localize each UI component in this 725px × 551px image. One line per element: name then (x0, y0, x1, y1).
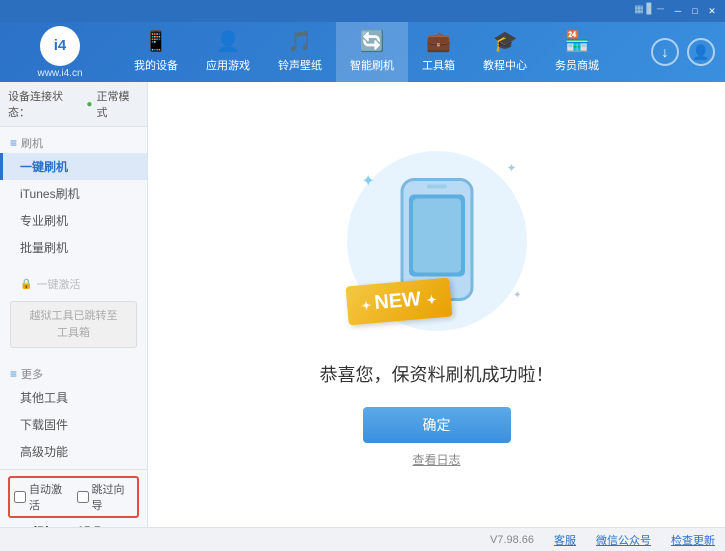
advanced-label: 高级功能 (20, 445, 68, 459)
sidebar: 设备连接状态： ● 正常模式 ≡ 刷机 一键刷机 iTunes刷机 专业刷机 批… (0, 82, 148, 527)
batch-flash-label: 批量刷机 (20, 241, 68, 255)
confirm-button[interactable]: 确定 (363, 407, 511, 443)
nav-toolbox[interactable]: 💼 工具箱 (408, 22, 469, 82)
view-log-button[interactable]: 查看日志 (412, 451, 460, 468)
logo: i4 www.i4.cn (0, 26, 120, 79)
nav-right-controls: ↓ 👤 (651, 38, 725, 66)
disabled-notice-text: 越狱工具已跳转至工具箱 (30, 310, 118, 339)
auto-activate-text: 自动激活 (29, 481, 71, 513)
other-tools-label: 其他工具 (20, 391, 68, 405)
nav-ringtones[interactable]: 🎵 铃声壁纸 (264, 22, 336, 82)
ringtone-icon: 🎵 (288, 29, 313, 54)
version-text: V7.98.66 (490, 534, 534, 546)
sparkle-br-icon: ✦ (513, 290, 521, 301)
skip-guide-label[interactable]: 跳过向导 (77, 481, 134, 513)
flash-section: ≡ 刷机 一键刷机 iTunes刷机 专业刷机 批量刷机 (0, 127, 147, 265)
tutorial-icon: 🎓 (493, 29, 518, 54)
skip-guide-text: 跳过向导 (92, 481, 134, 513)
sidebar-bottom: 自动激活 跳过向导 📱 iPhone 15 Pro Max 512GB iPho… (0, 469, 147, 527)
device-row: 📱 iPhone 15 Pro Max 512GB iPhone (8, 522, 139, 527)
nav-ringtones-label: 铃声壁纸 (278, 57, 322, 73)
close-button[interactable]: ✕ (705, 4, 719, 18)
new-badge-text: NEW (373, 288, 421, 314)
status-indicator: ● (86, 99, 92, 110)
nav-service-label: 务员商城 (555, 57, 599, 73)
sidebar-item-download-firmware[interactable]: 下载固件 (0, 411, 147, 438)
flash-group-label: 刷机 (21, 135, 43, 151)
success-message: 恭喜您，保资料刷机成功啦！ (320, 361, 554, 387)
logo-text: www.i4.cn (37, 68, 82, 79)
nav-my-device[interactable]: 📱 我的设备 (120, 22, 192, 82)
more-section: ≡ 更多 其他工具 下载固件 高级功能 (0, 358, 147, 469)
status-bar: 设备连接状态： ● 正常模式 (0, 82, 147, 127)
main-area: 设备连接状态： ● 正常模式 ≡ 刷机 一键刷机 iTunes刷机 专业刷机 批… (0, 82, 725, 527)
nav-toolbox-label: 工具箱 (422, 57, 455, 73)
maximize-button[interactable]: □ (688, 4, 702, 18)
nav-my-device-label: 我的设备 (134, 57, 178, 73)
device-icon: 📱 (144, 29, 169, 54)
itunes-flash-label: iTunes刷机 (20, 187, 80, 201)
one-key-activate-disabled: 🔒 一键激活 (0, 271, 147, 297)
service-icon: 🏪 (565, 29, 590, 54)
disabled-notice-box: 越狱工具已跳转至工具箱 (10, 301, 137, 348)
logo-icon: i4 (40, 26, 80, 66)
more-group-label: 更多 (21, 366, 43, 382)
flash-group-icon: ≡ (10, 136, 17, 150)
flash-icon: 🔄 (360, 29, 385, 54)
nav-service[interactable]: 🏪 务员商城 (541, 22, 613, 82)
download-button[interactable]: ↓ (651, 38, 679, 66)
nav-apps-label: 应用游戏 (206, 57, 250, 73)
nav-tutorial-label: 教程中心 (483, 57, 527, 73)
more-group-icon: ≡ (10, 367, 17, 381)
titlebar: ▦ ▋ ─ ─ □ ✕ (0, 0, 725, 22)
apps-icon: 👤 (216, 29, 241, 54)
more-group-header: ≡ 更多 (0, 362, 147, 384)
auto-activate-checkbox[interactable] (14, 491, 26, 503)
content-inner: ✦ ✦ ✦ NEW 恭喜您，保资料刷机成功啦！ 确定 查看日志 (300, 82, 574, 527)
refresh-link[interactable]: 检查更新 (671, 532, 715, 548)
client-service-link[interactable]: 客服 (554, 532, 576, 548)
nav-smart-flash[interactable]: 🔄 智能刷机 (336, 22, 408, 82)
header: i4 www.i4.cn 📱 我的设备 👤 应用游戏 🎵 铃声壁纸 🔄 智能刷机… (0, 22, 725, 82)
sidebar-item-pro-flash[interactable]: 专业刷机 (0, 207, 147, 234)
status-label: 设备连接状态： (8, 88, 82, 120)
auto-check-row: 自动激活 跳过向导 (8, 476, 139, 518)
one-key-flash-label: 一键刷机 (20, 160, 68, 174)
footer: V7.98.66 客服 微信公众号 检查更新 (0, 527, 725, 551)
nav-tutorial[interactable]: 🎓 教程中心 (469, 22, 541, 82)
sparkle-tl-icon: ✦ (362, 171, 375, 191)
one-key-activate-label: 一键激活 (36, 276, 80, 292)
wechat-link[interactable]: 微信公众号 (596, 532, 651, 548)
phone-illustration: ✦ ✦ ✦ NEW (337, 141, 537, 341)
toolbox-icon: 💼 (426, 29, 451, 54)
skip-guide-checkbox[interactable] (77, 491, 89, 503)
content-area: ✦ ✦ ✦ NEW 恭喜您，保资料刷机成功啦！ 确定 查看日志 (148, 82, 725, 527)
sidebar-item-advanced[interactable]: 高级功能 (0, 438, 147, 465)
flash-group-header: ≡ 刷机 (0, 131, 147, 153)
wifi-icon: ▦ ▋ ─ (634, 4, 664, 18)
main-nav: 📱 我的设备 👤 应用游戏 🎵 铃声壁纸 🔄 智能刷机 💼 工具箱 🎓 教程中心… (120, 22, 651, 82)
minimize-button[interactable]: ─ (671, 4, 685, 18)
sidebar-item-one-key-flash[interactable]: 一键刷机 (0, 153, 147, 180)
sidebar-item-other-tools[interactable]: 其他工具 (0, 384, 147, 411)
nav-smart-flash-label: 智能刷机 (350, 57, 394, 73)
window-controls: ▦ ▋ ─ ─ □ ✕ (634, 4, 719, 18)
sidebar-item-batch-flash[interactable]: 批量刷机 (0, 234, 147, 261)
sidebar-item-itunes-flash[interactable]: iTunes刷机 (0, 180, 147, 207)
download-firmware-label: 下载固件 (20, 418, 68, 432)
pro-flash-label: 专业刷机 (20, 214, 68, 228)
nav-apps-games[interactable]: 👤 应用游戏 (192, 22, 264, 82)
user-button[interactable]: 👤 (687, 38, 715, 66)
status-value: 正常模式 (96, 88, 139, 120)
sparkle-tr-icon: ✦ (506, 161, 516, 175)
auto-activate-label[interactable]: 自动激活 (14, 481, 71, 513)
lock-icon: 🔒 (20, 279, 32, 290)
